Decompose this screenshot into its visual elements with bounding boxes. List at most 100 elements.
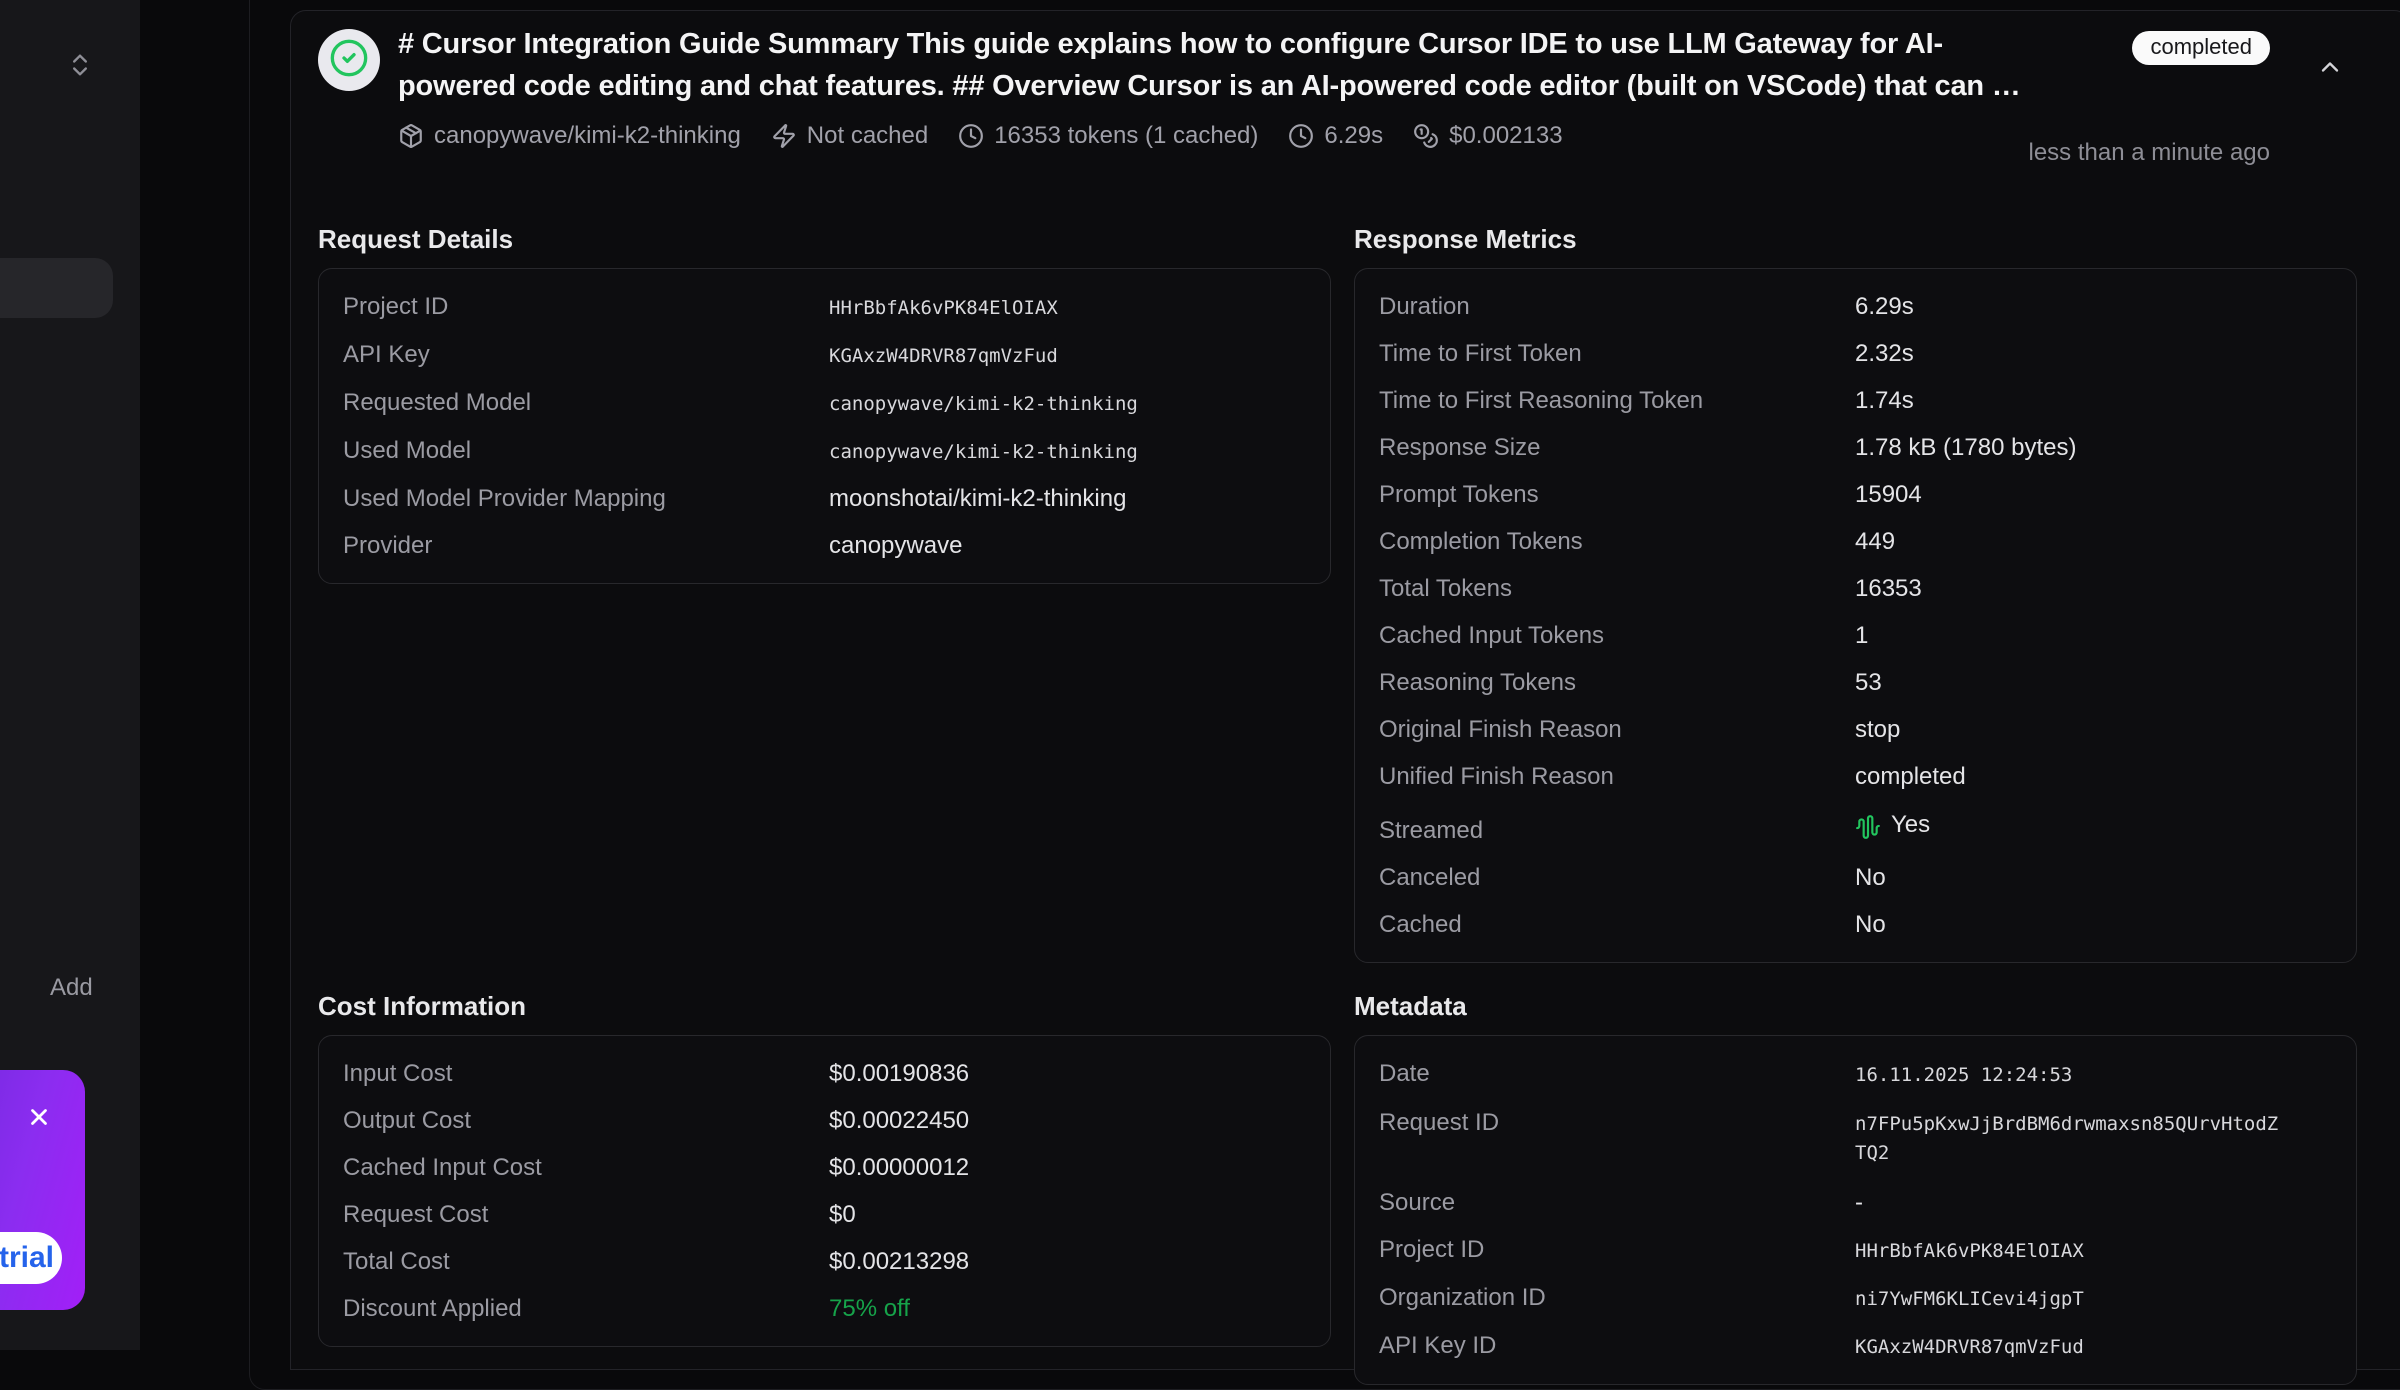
section-request-details: Request DetailsProject IDHHrBbfAk6vPK84E… (318, 224, 1331, 584)
kv-row: Used Model Provider Mappingmoonshotai/ki… (343, 475, 1306, 522)
kv-row: Request Cost$0 (343, 1191, 1306, 1238)
stat-package-0: canopywave/kimi-k2-thinking (398, 122, 741, 150)
kv-row: Prompt Tokens15904 (1379, 471, 2332, 518)
kv-label: Time to First Token (1379, 342, 1855, 366)
kv-value: $0.00022450 (829, 1109, 969, 1133)
kv-value: 16353 (1855, 577, 1922, 601)
kv-value: n7FPu5pKxwJjBrdBM6drwmaxsn85QUrvHtodZTQ2 (1855, 1110, 2283, 1168)
trial-button[interactable]: trial (0, 1232, 62, 1284)
kv-label: Request Cost (343, 1203, 829, 1227)
section-title: Cost Information (318, 991, 1331, 1021)
stat-text: canopywave/kimi-k2-thinking (434, 122, 741, 150)
kv-label: Input Cost (343, 1062, 829, 1086)
kv-label: Original Finish Reason (1379, 718, 1855, 742)
section-title: Response Metrics (1354, 224, 2357, 254)
kv-label: Total Cost (343, 1250, 829, 1274)
kv-label: Canceled (1379, 866, 1855, 890)
log-detail-sections: Request DetailsProject IDHHrBbfAk6vPK84E… (318, 224, 2382, 1385)
kv-value: KGAxzW4DRVR87qmVzFud (829, 344, 1058, 368)
kv-value: 53 (1855, 671, 1882, 695)
kv-value: No (1855, 913, 1886, 937)
kv-row: Reasoning Tokens53 (1379, 659, 2332, 706)
timestamp: less than a minute ago (2029, 139, 2271, 167)
kv-value: 1.78 kB (1780 bytes) (1855, 436, 2076, 460)
metadata-panel: Date16.11.2025 12:24:53Request IDn7FPu5p… (1354, 1035, 2357, 1385)
kv-value: 449 (1855, 530, 1895, 554)
kv-row: Total Tokens16353 (1379, 565, 2332, 612)
kv-row: Date16.11.2025 12:24:53 (1379, 1050, 2332, 1098)
sidebar-active-item[interactable] (0, 258, 113, 318)
kv-label: Reasoning Tokens (1379, 671, 1855, 695)
kv-row: Time to First Token2.32s (1379, 330, 2332, 377)
zap-icon (771, 123, 797, 149)
kv-row: Request IDn7FPu5pKxwJjBrdBM6drwmaxsn85QU… (1379, 1098, 2332, 1179)
kv-value: 2.32s (1855, 342, 1914, 366)
close-icon[interactable] (26, 1104, 52, 1130)
kv-row: Completion Tokens449 (1379, 518, 2332, 565)
stat-text: Not cached (807, 122, 928, 150)
stat-clock-2: 16353 tokens (1 cached) (958, 122, 1258, 150)
section-metadata: MetadataDate16.11.2025 12:24:53Request I… (1354, 991, 2357, 1385)
kv-value: HHrBbfAk6vPK84ElOIAX (1855, 1239, 2084, 1263)
kv-label: Unified Finish Reason (1379, 765, 1855, 789)
add-button[interactable]: Add (50, 974, 93, 1002)
request-stats-row: canopywave/kimi-k2-thinking Not cached 163… (398, 121, 2029, 151)
stat-clock-3: 6.29s (1288, 122, 1383, 150)
response-metrics-panel: Duration6.29sTime to First Token2.32sTim… (1354, 268, 2357, 963)
status-badge: completed (2132, 31, 2270, 65)
section-title: Metadata (1354, 991, 2357, 1021)
kv-row: API Key IDKGAxzW4DRVR87qmVzFud (1379, 1322, 2332, 1370)
kv-row: Duration6.29s (1379, 283, 2332, 330)
kv-value: KGAxzW4DRVR87qmVzFud (1855, 1335, 2084, 1359)
kv-label: Output Cost (343, 1109, 829, 1133)
kv-row: Input Cost$0.00190836 (343, 1050, 1306, 1097)
kv-row: CachedNo (1379, 901, 2332, 948)
kv-label: Request ID (1379, 1111, 1855, 1135)
kv-row: Unified Finish Reasoncompleted (1379, 753, 2332, 800)
kv-row: Used Modelcanopywave/kimi-k2-thinking (343, 427, 1306, 475)
kv-label: Cached (1379, 913, 1855, 937)
stat-zap-1: Not cached (771, 122, 928, 150)
stat-coins-4: $0.002133 (1413, 122, 1562, 150)
kv-value: $0.00213298 (829, 1250, 969, 1274)
kv-row: Total Cost$0.00213298 (343, 1238, 1306, 1285)
kv-row: Original Finish Reasonstop (1379, 706, 2332, 753)
kv-value: ni7YwFM6KLICevi4jgpT (1855, 1287, 2084, 1311)
status-icon-circle (318, 29, 380, 91)
kv-row: Providercanopywave (343, 522, 1306, 569)
kv-label: Duration (1379, 295, 1855, 319)
section-response-metrics: Response MetricsDuration6.29sTime to Fir… (1354, 224, 2357, 963)
kv-value: $0.00190836 (829, 1062, 969, 1086)
kv-value: 16.11.2025 12:24:53 (1855, 1063, 2072, 1087)
kv-row: Time to First Reasoning Token1.74s (1379, 377, 2332, 424)
kv-value: $0 (829, 1203, 856, 1227)
kv-value: 1 (1855, 624, 1868, 648)
section-title: Request Details (318, 224, 1331, 254)
kv-value: Yes (1855, 812, 1930, 838)
kv-label: Cached Input Cost (343, 1156, 829, 1180)
kv-label: Streamed (1379, 819, 1855, 843)
stat-text: $0.002133 (1449, 122, 1562, 150)
kv-row: API KeyKGAxzW4DRVR87qmVzFud (343, 331, 1306, 379)
log-detail-card: # Cursor Integration Guide Summary This … (290, 10, 2400, 1370)
kv-label: Completion Tokens (1379, 530, 1855, 554)
kv-label: Project ID (343, 295, 829, 319)
kv-label: Used Model (343, 439, 829, 463)
kv-row: Output Cost$0.00022450 (343, 1097, 1306, 1144)
chevrons-up-down-icon[interactable] (66, 51, 94, 79)
kv-label: Date (1379, 1062, 1855, 1086)
kv-label: Prompt Tokens (1379, 483, 1855, 507)
kv-value: moonshotai/kimi-k2-thinking (829, 487, 1126, 511)
kv-label: Used Model Provider Mapping (343, 487, 829, 511)
kv-label: Project ID (1379, 1238, 1855, 1262)
log-row-header[interactable]: # Cursor Integration Guide Summary This … (318, 29, 2382, 167)
kv-row: Requested Modelcanopywave/kimi-k2-thinki… (343, 379, 1306, 427)
kv-value: 6.29s (1855, 295, 1914, 319)
kv-row: Cached Input Tokens1 (1379, 612, 2332, 659)
waveform-icon (1855, 814, 1881, 840)
kv-row: Cached Input Cost$0.00000012 (343, 1144, 1306, 1191)
chevron-up-icon[interactable] (2316, 53, 2344, 81)
kv-label: Cached Input Tokens (1379, 624, 1855, 648)
stat-text: 16353 tokens (1 cached) (994, 122, 1258, 150)
kv-value: No (1855, 866, 1886, 890)
